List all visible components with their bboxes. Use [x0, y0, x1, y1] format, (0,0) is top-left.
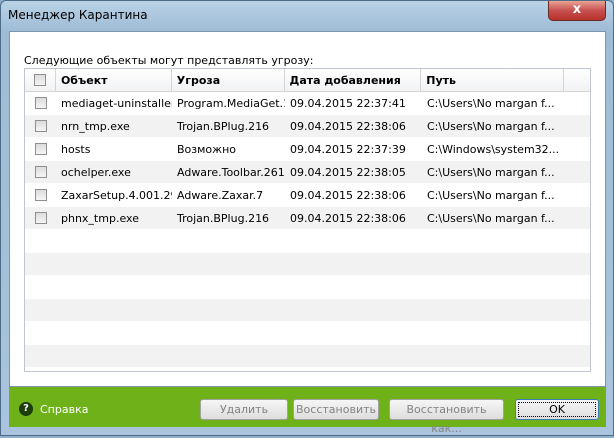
- row-checkbox[interactable]: [34, 97, 47, 109]
- empty-row: [25, 230, 590, 253]
- threat-cell: Возможно: [177, 143, 236, 156]
- object-cell: hosts: [61, 143, 91, 156]
- table-row[interactable]: phnx_tmp.exe Trojan.BPlug.216 09.04.2015…: [25, 207, 590, 230]
- close-button[interactable]: x: [548, 1, 606, 21]
- threat-cell: Adware.Zaxar.7: [177, 189, 264, 202]
- path-cell: C:\Users\No margan f...: [427, 212, 555, 225]
- path-cell: C:\Users\No margan f...: [427, 97, 555, 110]
- empty-row: [25, 299, 590, 322]
- help-link[interactable]: ? Справка: [19, 402, 88, 416]
- content-panel: Следующие объекты могут представлять угр…: [9, 31, 606, 387]
- help-icon: ?: [19, 402, 33, 416]
- date-cell: 09.04.2015 22:38:06: [290, 189, 406, 202]
- threat-cell: Trojan.BPlug.216: [177, 120, 270, 133]
- prompt-label: Следующие объекты могут представлять угр…: [24, 54, 314, 67]
- table-row[interactable]: ochelper.exe Adware.Toolbar.261 09.04.20…: [25, 161, 590, 184]
- window-title: Менеджер Карантина: [8, 8, 148, 22]
- object-cell: phnx_tmp.exe: [61, 212, 139, 225]
- object-cell: ochelper.exe: [61, 166, 131, 179]
- restore-button[interactable]: Восстановить: [293, 399, 379, 420]
- table-row[interactable]: ZaxarSetup.4.001.29.exe Adware.Zaxar.7 0…: [25, 184, 590, 207]
- select-all-checkbox[interactable]: [33, 74, 46, 86]
- object-cell: nrn_tmp.exe: [61, 120, 130, 133]
- date-cell: 09.04.2015 22:37:39: [290, 143, 406, 156]
- table-header: Объект Угроза Дата добавления Путь: [25, 69, 590, 92]
- quarantine-window: Менеджер Карантина x Следующие объекты м…: [0, 0, 614, 436]
- row-checkbox[interactable]: [34, 120, 47, 132]
- date-cell: 09.04.2015 22:38:05: [290, 166, 406, 179]
- ok-button[interactable]: OK: [515, 399, 599, 420]
- path-cell: C:\Users\No margan f...: [427, 166, 555, 179]
- table-row[interactable]: mediaget-uninstaller Program.MediaGet.1 …: [25, 92, 590, 115]
- threat-cell: Trojan.BPlug.216: [177, 212, 270, 225]
- help-label: Справка: [40, 402, 89, 416]
- delete-button[interactable]: Удалить: [200, 399, 288, 420]
- quarantine-table: Объект Угроза Дата добавления Путь media…: [24, 68, 591, 372]
- row-checkbox[interactable]: [34, 166, 47, 178]
- row-checkbox[interactable]: [34, 212, 47, 224]
- path-cell: C:\Users\No margan f...: [427, 120, 555, 133]
- threat-cell: Adware.Toolbar.261: [177, 166, 285, 179]
- path-cell: C:\Windows\system32...: [427, 143, 560, 156]
- column-path[interactable]: Путь: [421, 69, 565, 91]
- empty-row: [25, 253, 590, 276]
- empty-row: [25, 322, 590, 345]
- table-row[interactable]: nrn_tmp.exe Trojan.BPlug.216 09.04.2015 …: [25, 115, 590, 138]
- date-cell: 09.04.2015 22:38:06: [290, 120, 406, 133]
- column-threat[interactable]: Угроза: [172, 69, 285, 91]
- date-cell: 09.04.2015 22:37:41: [290, 97, 406, 110]
- empty-row: [25, 345, 590, 368]
- object-cell: ZaxarSetup.4.001.29.exe: [61, 189, 172, 202]
- path-cell: C:\Users\No margan f...: [427, 189, 555, 202]
- empty-row: [25, 276, 590, 299]
- row-checkbox[interactable]: [34, 143, 47, 155]
- restore-as-button[interactable]: Восстановить как...: [389, 399, 504, 435]
- column-object[interactable]: Объект: [56, 69, 172, 91]
- date-cell: 09.04.2015 22:38:06: [290, 212, 406, 225]
- column-date[interactable]: Дата добавления: [285, 69, 422, 91]
- table-row[interactable]: hosts Возможно 09.04.2015 22:37:39 C:\Wi…: [25, 138, 590, 161]
- object-cell: mediaget-uninstaller: [61, 97, 172, 110]
- row-checkbox[interactable]: [34, 189, 47, 201]
- threat-cell: Program.MediaGet.1: [177, 97, 285, 110]
- footer-bar: ? Справка Удалить Восстановить Восстанов…: [9, 387, 606, 435]
